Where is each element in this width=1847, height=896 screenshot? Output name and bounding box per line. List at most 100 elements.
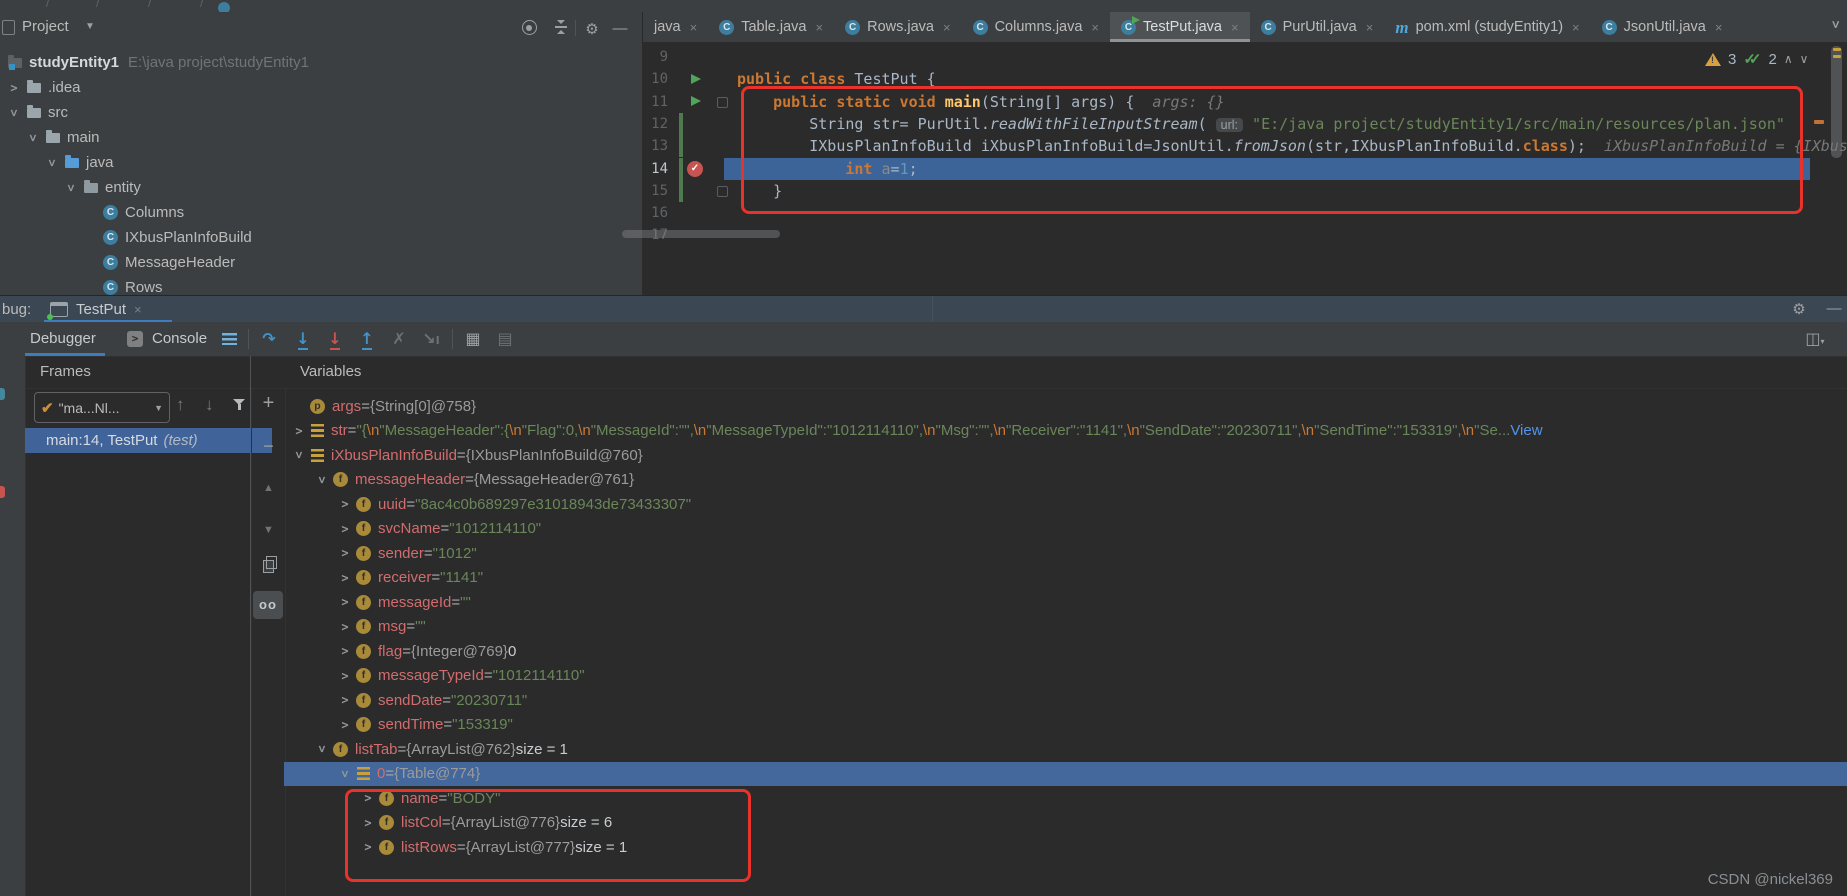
gear-icon[interactable]: ⚙	[584, 20, 600, 36]
close-icon[interactable]: ×	[943, 20, 951, 35]
variable-row-listtab[interactable]: >flistTab = {ArrayList@762} size = 1	[284, 737, 1847, 762]
frame-row-selected[interactable]: main:14, TestPut (test)	[25, 428, 272, 453]
project-item-idea[interactable]: >.idea	[0, 75, 642, 100]
move-down-icon[interactable]: ▼	[252, 524, 285, 536]
remove-watch-icon[interactable]: −	[252, 436, 285, 457]
project-item-messageheader[interactable]: CMessageHeader	[0, 250, 642, 275]
chevron-down-icon[interactable]: >	[8, 107, 20, 119]
project-item-ixbusplaninfobuild[interactable]: CIXbusPlanInfoBuild	[0, 225, 642, 250]
breakpoint-icon[interactable]: ✓	[687, 161, 703, 177]
editor-line-13[interactable]: 13 IXbusPlanInfoBuild iXbusPlanInfoBuild…	[642, 135, 1847, 157]
editor-tab-jsonutil-java[interactable]: CJsonUtil.java×	[1591, 12, 1734, 42]
drop-frame-icon[interactable]: ✗	[388, 328, 410, 350]
chevron-down-icon[interactable]: >	[316, 473, 328, 487]
chevron-right-icon[interactable]: >	[338, 719, 352, 731]
step-into-icon[interactable]: ↓	[292, 328, 314, 350]
next-issue-icon[interactable]: ∨	[1800, 52, 1809, 66]
close-icon[interactable]: ×	[1231, 20, 1239, 35]
close-icon[interactable]: ×	[134, 302, 142, 317]
evaluate-expression-icon[interactable]: ▦	[462, 328, 484, 350]
chevron-right-icon[interactable]: >	[338, 645, 352, 657]
editor-tab-testput-java[interactable]: CTestPut.java×	[1110, 12, 1250, 42]
editor-tab-rows-java[interactable]: CRows.java×	[834, 12, 961, 42]
duplicate-watch-icon[interactable]	[252, 560, 285, 577]
variable-row-uuid[interactable]: >fuuid = "8ac4c0b689297e31018943de734333…	[284, 492, 1847, 517]
layout-settings-icon[interactable]: ◫▾	[1804, 328, 1826, 350]
chevron-right-icon[interactable]: >	[292, 425, 306, 437]
chevron-right-icon[interactable]: >	[338, 547, 352, 559]
force-step-into-icon[interactable]: ↓	[324, 328, 346, 350]
variable-row-messageid[interactable]: >fmessageId = ""	[284, 590, 1847, 615]
editor-line-10[interactable]: 10public class TestPut {	[642, 68, 1847, 90]
editor-line-14[interactable]: 14✓ int a=1;	[642, 158, 1847, 180]
chevron-right-icon[interactable]: >	[338, 523, 352, 535]
close-icon[interactable]: ×	[816, 20, 824, 35]
threads-menu-icon[interactable]	[222, 333, 237, 345]
editor-line-16[interactable]: 16	[642, 202, 1847, 224]
hide-panel-icon[interactable]: —	[612, 20, 628, 36]
fold-marker-icon[interactable]	[717, 186, 728, 197]
trace-settings-icon[interactable]: ▤	[494, 328, 516, 350]
project-item-main[interactable]: >main	[0, 125, 642, 150]
chevron-right-icon[interactable]: >	[361, 817, 375, 829]
variable-row-name[interactable]: >fname = "BODY"	[284, 786, 1847, 811]
project-item-java[interactable]: >java	[0, 150, 642, 175]
variable-row-str[interactable]: >str = "{\n "MessageHeader":{\n "Flag":0…	[284, 419, 1847, 444]
tab-debugger[interactable]: Debugger	[30, 330, 96, 347]
close-icon[interactable]: ×	[1091, 20, 1099, 35]
chevron-right-icon[interactable]: >	[338, 670, 352, 682]
editor-line-11[interactable]: 11 public static void main(String[] args…	[642, 91, 1847, 113]
filter-frames-icon[interactable]	[232, 398, 246, 412]
project-item-entity[interactable]: >entity	[0, 175, 642, 200]
gear-icon[interactable]: ⚙	[1791, 300, 1807, 316]
chevron-down-icon[interactable]: >	[339, 767, 351, 781]
move-up-icon[interactable]: ▲	[252, 482, 285, 494]
chevron-right-icon[interactable]: >	[338, 621, 352, 633]
editor-tab-purutil-java[interactable]: CPurUtil.java×	[1250, 12, 1385, 42]
run-to-cursor-icon[interactable]: ↘I	[420, 328, 442, 350]
project-panel-title[interactable]: Project	[22, 18, 69, 35]
editor-line-15[interactable]: 15 }	[642, 180, 1847, 202]
variable-row-msg[interactable]: >fmsg = ""	[284, 615, 1847, 640]
chevron-right-icon[interactable]: >	[361, 841, 375, 853]
frame-down-icon[interactable]: ↓	[205, 395, 214, 415]
view-link[interactable]: View	[1510, 422, 1542, 439]
thread-dropdown[interactable]: ✔ "ma...Nl... ▼	[34, 392, 170, 423]
run-line-icon[interactable]	[691, 96, 701, 106]
add-watch-icon[interactable]: +	[252, 392, 285, 415]
chevron-right-icon[interactable]: >	[361, 792, 375, 804]
project-root-row[interactable]: studyEntity1E:\java project\studyEntity1	[0, 50, 642, 75]
chevron-right-icon[interactable]: >	[338, 572, 352, 584]
line-number[interactable]: 14	[642, 158, 668, 180]
line-number[interactable]: 15	[642, 180, 668, 202]
chevron-right-icon[interactable]: >	[8, 82, 20, 94]
chevron-down-icon[interactable]: >	[316, 742, 328, 756]
project-item-columns[interactable]: CColumns	[0, 200, 642, 225]
collapse-all-icon[interactable]	[553, 20, 569, 36]
debug-session-tab[interactable]: TestPut ×	[44, 296, 148, 323]
variable-row-receiver[interactable]: >freceiver = "1141"	[284, 566, 1847, 591]
code-editor[interactable]: 910public class TestPut {11 public stati…	[642, 42, 1847, 295]
editor-tab-pom-xml-studyentity1[interactable]: mpom.xml (studyEntity1)×	[1384, 12, 1590, 42]
variable-row-sender[interactable]: >fsender = "1012"	[284, 541, 1847, 566]
chevron-down-icon[interactable]: >	[46, 157, 58, 169]
variable-row-sendtime[interactable]: >fsendTime = "153319"	[284, 713, 1847, 738]
prev-issue-icon[interactable]: ∧	[1784, 52, 1793, 66]
variable-row-0[interactable]: >0 = {Table@774}	[284, 762, 1847, 787]
frame-up-icon[interactable]: ↑	[176, 395, 185, 415]
editor-tab-table-java[interactable]: CTable.java×	[708, 12, 834, 42]
project-item-src[interactable]: >src	[0, 100, 642, 125]
chevron-right-icon[interactable]: >	[338, 694, 352, 706]
run-line-icon[interactable]	[691, 74, 701, 84]
step-over-icon[interactable]: ↷	[258, 328, 280, 350]
show-watches-icon[interactable]: oo	[253, 591, 283, 619]
close-icon[interactable]: ×	[1366, 20, 1374, 35]
chevron-down-icon[interactable]: ▼	[85, 21, 95, 32]
editor-horizontal-scrollbar[interactable]	[622, 230, 780, 238]
tab-overflow-chevron-icon[interactable]: >	[1829, 21, 1842, 29]
fold-marker-icon[interactable]	[717, 97, 728, 108]
hide-panel-icon[interactable]: —	[1826, 300, 1842, 316]
editor-tab-columns-java[interactable]: CColumns.java×	[962, 12, 1110, 42]
project-item-rows[interactable]: CRows	[0, 275, 642, 295]
editor-line-9[interactable]: 9	[642, 46, 1847, 68]
